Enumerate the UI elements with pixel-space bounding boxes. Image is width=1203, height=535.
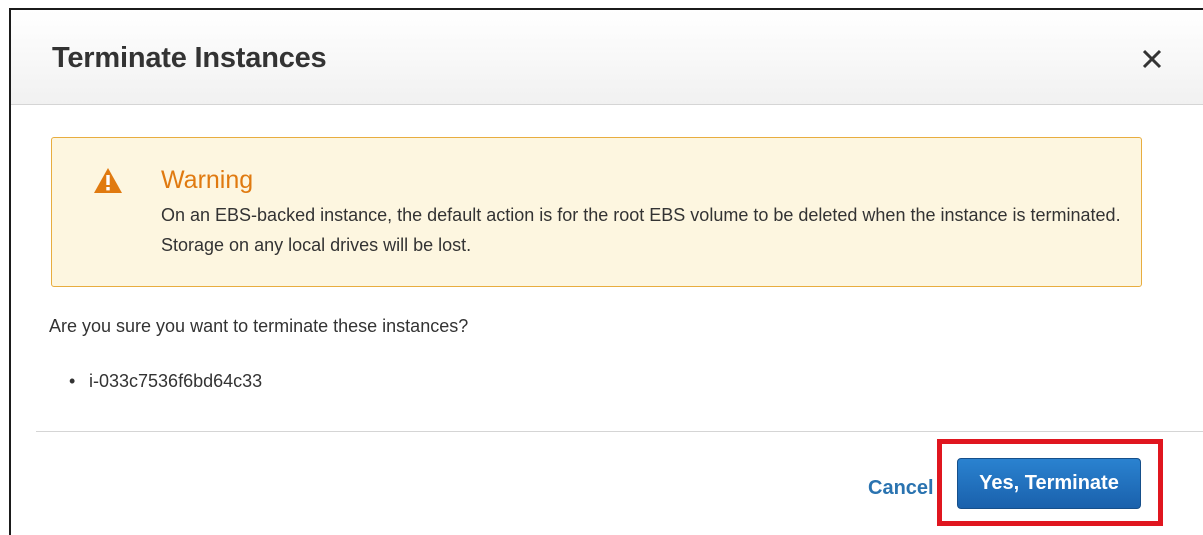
instance-list: • i-033c7536f6bd64c33 [69, 371, 262, 392]
warning-title: Warning [161, 166, 254, 194]
dialog-title: Terminate Instances [52, 42, 327, 74]
confirmation-question: Are you sure you want to terminate these… [49, 316, 469, 336]
footer-divider [36, 431, 1203, 432]
cancel-button[interactable]: Cancel [868, 477, 934, 500]
instance-id: i-033c7536f6bd64c33 [89, 371, 263, 391]
bullet-icon: • [69, 371, 76, 391]
warning-triangle-icon [93, 167, 123, 194]
close-icon[interactable] [1139, 46, 1165, 72]
warning-message: On an EBS-backed instance, the default a… [161, 205, 1121, 255]
list-item: • i-033c7536f6bd64c33 [69, 371, 262, 392]
terminate-instances-dialog: Terminate Instances Warning On an EBS-ba… [9, 8, 1203, 535]
warning-alert: Warning On an EBS-backed instance, the d… [51, 137, 1142, 287]
yes-terminate-button[interactable]: Yes, Terminate [957, 458, 1141, 509]
dialog-header: Terminate Instances [11, 10, 1203, 105]
